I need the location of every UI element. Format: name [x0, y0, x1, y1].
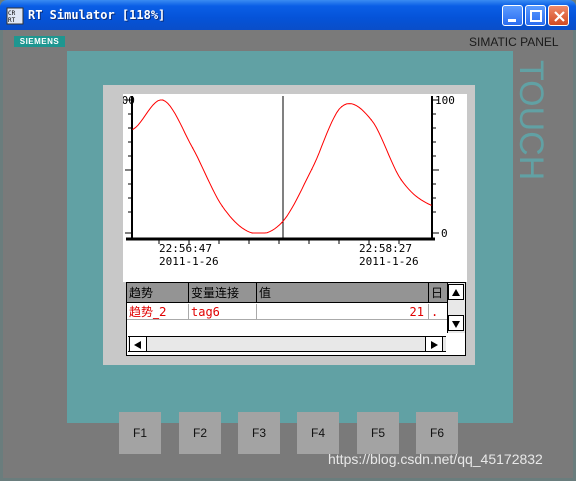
scroll-right-button[interactable]: [425, 336, 443, 352]
trend-point: [132, 128, 134, 130]
trend-line: [132, 99, 432, 234]
right-axis-min-label: 0: [441, 227, 448, 240]
trend-point: [251, 232, 253, 234]
hmi-panel-frame: SIEMENS SIMATIC PANEL TOUCH 00 100 0 22:…: [3, 30, 573, 478]
function-key-f6[interactable]: F6: [416, 412, 458, 454]
siemens-logo: SIEMENS: [14, 36, 65, 47]
window-title: RT Simulator [118%]: [28, 8, 166, 22]
arrow-up-icon: [452, 289, 460, 296]
horizontal-scrollbar[interactable]: [128, 336, 446, 352]
cell-date: .: [431, 305, 439, 319]
minimize-button[interactable]: [502, 5, 523, 26]
arrow-down-icon: [452, 321, 460, 328]
trend-point: [221, 205, 223, 207]
trend-point: [192, 147, 194, 149]
hmi-screen: 100 0 100 0 22:56:47 2011-1-26 22:58:27 …: [103, 85, 475, 365]
column-header-trend[interactable]: 趋势: [127, 283, 189, 303]
trend-view[interactable]: 100 0 100 0 22:56:47 2011-1-26 22:58:27 …: [123, 94, 467, 282]
function-key-f2[interactable]: F2: [179, 412, 221, 454]
arrow-left-icon: [134, 341, 141, 349]
trend-point: [162, 99, 164, 101]
end-date-label: 2011-1-26: [359, 255, 419, 268]
function-key-f1[interactable]: F1: [119, 412, 161, 454]
table-header: 趋势 变量连接 值 日: [127, 283, 447, 303]
arrow-right-icon: [431, 341, 438, 349]
trend-point: [341, 106, 343, 108]
trend-series-2: [132, 99, 432, 234]
start-time-label: 22:56:47: [159, 242, 212, 255]
left-axis-ticks: [125, 99, 132, 234]
trend-point: [430, 204, 432, 206]
scroll-up-button[interactable]: [448, 284, 464, 300]
start-date-label: 2011-1-26: [159, 255, 219, 268]
column-header-date[interactable]: 日: [429, 283, 447, 303]
right-axis-max-label: 100: [435, 94, 455, 107]
window-titlebar[interactable]: CR RT RT Simulator [118%]: [0, 0, 576, 30]
svg-text:CR: CR: [8, 10, 16, 17]
trend-point: [370, 119, 372, 121]
svg-text:RT: RT: [8, 17, 16, 24]
column-header-value[interactable]: 值: [257, 283, 429, 303]
vertical-scrollbar[interactable]: [447, 283, 465, 333]
column-header-tag[interactable]: 变量连接: [189, 283, 257, 303]
close-icon: [554, 11, 565, 22]
end-time-label: 22:58:27: [359, 242, 412, 255]
trend-value-table: 趋势 变量连接 值 日 趋势_2 tag6 21 .: [126, 282, 466, 356]
panel-model-label: SIMATIC PANEL: [469, 35, 559, 49]
right-axis-ticks: [432, 99, 439, 234]
function-key-f4[interactable]: F4: [297, 412, 339, 454]
minimize-icon: [508, 19, 516, 22]
trend-point: [400, 179, 402, 181]
close-button[interactable]: [548, 5, 569, 26]
maximize-button[interactable]: [525, 5, 546, 26]
trend-point: [281, 221, 283, 223]
maximize-icon: [530, 10, 542, 22]
touch-label: TOUCH: [512, 60, 550, 181]
cell-trend: 趋势_2: [127, 304, 189, 320]
function-key-f3[interactable]: F3: [238, 412, 280, 454]
cell-tag: tag6: [189, 304, 257, 320]
trend-point: [311, 168, 313, 170]
left-axis-max-label: 100: [123, 94, 135, 107]
cell-value: 21: [257, 304, 429, 320]
scroll-down-button[interactable]: [448, 315, 464, 331]
rt-simulator-icon: CR RT: [6, 7, 24, 25]
table-row[interactable]: 趋势_2 tag6 21 .: [127, 304, 447, 320]
scroll-left-button[interactable]: [129, 336, 147, 352]
watermark-text: https://blog.csdn.net/qq_45172832: [328, 451, 543, 467]
function-key-f5[interactable]: F5: [357, 412, 399, 454]
